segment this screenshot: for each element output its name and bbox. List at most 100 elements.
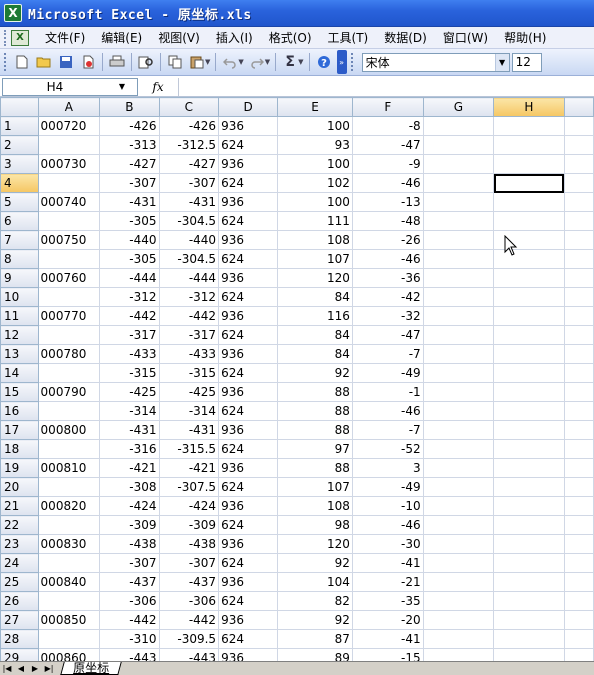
cell-h[interactable] <box>493 211 565 231</box>
cell-c[interactable]: -433 <box>158 344 220 364</box>
menu-window[interactable]: 窗口(W) <box>435 29 496 46</box>
cell-d[interactable]: 624 <box>218 135 279 155</box>
cell-g[interactable] <box>422 230 495 250</box>
cell-f[interactable]: -49 <box>351 477 424 497</box>
prev-sheet-icon[interactable]: ◀ <box>14 663 28 675</box>
row-header[interactable]: 11 <box>0 306 39 326</box>
cell-b[interactable]: -317 <box>99 325 160 345</box>
cell-i[interactable] <box>563 439 594 459</box>
cell-f[interactable]: -10 <box>351 496 424 516</box>
cell-g[interactable] <box>422 610 495 630</box>
cell-c[interactable]: -309.5 <box>158 629 220 649</box>
select-all-corner[interactable] <box>0 97 39 117</box>
cell-g[interactable] <box>422 268 495 288</box>
cell-f[interactable]: 3 <box>351 458 424 478</box>
cell-a[interactable] <box>37 439 101 459</box>
cell-b[interactable]: -308 <box>99 477 160 497</box>
cell-e[interactable]: 100 <box>277 192 353 212</box>
row-header[interactable]: 5 <box>0 192 39 212</box>
cell-f[interactable]: -46 <box>351 249 424 269</box>
cell-h[interactable] <box>493 610 565 630</box>
cell-d[interactable]: 936 <box>218 648 279 661</box>
cell-d[interactable]: 624 <box>218 363 279 383</box>
cell-d[interactable]: 936 <box>218 420 279 440</box>
cell-h[interactable] <box>493 154 565 174</box>
cell-h[interactable] <box>493 420 565 440</box>
row-header[interactable]: 16 <box>0 401 39 421</box>
formula-input[interactable] <box>178 77 594 96</box>
cell-f[interactable]: -36 <box>351 268 424 288</box>
cell-a[interactable]: 000740 <box>37 192 101 212</box>
row-header[interactable]: 10 <box>0 287 39 307</box>
cell-c[interactable]: -315 <box>158 363 220 383</box>
cell-a[interactable]: 000840 <box>37 572 101 592</box>
cell-g[interactable] <box>422 572 495 592</box>
menu-format[interactable]: 格式(O) <box>261 29 320 46</box>
row-header[interactable]: 4 <box>0 173 39 193</box>
cell-i[interactable] <box>563 553 594 573</box>
row-header[interactable]: 24 <box>0 553 39 573</box>
cell-e[interactable]: 107 <box>277 477 353 497</box>
column-header-d[interactable]: D <box>218 97 279 117</box>
cell-c[interactable]: -431 <box>158 420 220 440</box>
cell-b[interactable]: -305 <box>99 249 160 269</box>
cell-h[interactable] <box>493 325 565 345</box>
cell-g[interactable] <box>422 420 495 440</box>
cell-g[interactable] <box>422 477 495 497</box>
cell-a[interactable] <box>37 135 101 155</box>
menu-edit[interactable]: 编辑(E) <box>93 29 150 46</box>
menu-insert[interactable]: 插入(I) <box>208 29 261 46</box>
cell-f[interactable]: -49 <box>351 363 424 383</box>
cell-d[interactable]: 936 <box>218 534 279 554</box>
cell-b[interactable]: -307 <box>99 553 160 573</box>
cell-e[interactable]: 92 <box>277 363 353 383</box>
cell-d[interactable]: 936 <box>218 496 279 516</box>
new-button[interactable] <box>12 52 32 72</box>
cell-b[interactable]: -310 <box>99 629 160 649</box>
cell-a[interactable]: 000810 <box>37 458 101 478</box>
cell-i[interactable] <box>563 477 594 497</box>
cell-b[interactable]: -314 <box>99 401 160 421</box>
first-sheet-icon[interactable]: |◀ <box>0 663 14 675</box>
cell-a[interactable] <box>37 363 101 383</box>
cell-b[interactable]: -427 <box>99 154 160 174</box>
cell-f[interactable]: -46 <box>351 515 424 535</box>
cell-d[interactable]: 936 <box>218 458 279 478</box>
cell-b[interactable]: -306 <box>99 591 160 611</box>
cell-b[interactable]: -421 <box>99 458 160 478</box>
cell-c[interactable]: -425 <box>158 382 220 402</box>
save-button[interactable] <box>56 52 76 72</box>
grip-icon[interactable] <box>4 29 8 46</box>
paste-button[interactable] <box>187 52 207 72</box>
cell-d[interactable]: 624 <box>218 477 279 497</box>
cell-b[interactable]: -309 <box>99 515 160 535</box>
cell-g[interactable] <box>422 553 495 573</box>
worksheet-grid[interactable]: A B C D E F G H 1 000720 -426 -426 936 100 -8 2… <box>0 97 594 661</box>
cell-h[interactable] <box>493 363 565 383</box>
cell-a[interactable]: 000860 <box>37 648 101 661</box>
cell-i[interactable] <box>563 363 594 383</box>
row-header[interactable]: 23 <box>0 534 39 554</box>
cell-c[interactable]: -307 <box>158 173 220 193</box>
font-name-select[interactable]: 宋体 ▼ <box>361 52 510 72</box>
cell-b[interactable]: -444 <box>99 268 160 288</box>
paste-dropdown-arrow-icon[interactable]: ▼ <box>205 58 210 66</box>
cell-g[interactable] <box>422 287 495 307</box>
cell-e[interactable]: 82 <box>277 591 353 611</box>
cell-a[interactable] <box>37 515 101 535</box>
menu-help[interactable]: 帮助(H) <box>496 29 554 46</box>
cell-c[interactable]: -424 <box>158 496 220 516</box>
cell-h[interactable] <box>493 135 565 155</box>
row-header[interactable]: 28 <box>0 629 39 649</box>
cell-a[interactable] <box>37 287 101 307</box>
cell-c[interactable]: -304.5 <box>158 211 220 231</box>
cell-e[interactable]: 84 <box>277 344 353 364</box>
cell-g[interactable] <box>422 116 495 136</box>
cell-f[interactable]: -41 <box>351 629 424 649</box>
row-header[interactable]: 22 <box>0 515 39 535</box>
cell-a[interactable]: 000780 <box>37 344 101 364</box>
cell-b[interactable]: -442 <box>99 610 160 630</box>
cell-e[interactable]: 120 <box>277 268 353 288</box>
row-header[interactable]: 2 <box>0 135 39 155</box>
cell-f[interactable]: -47 <box>351 325 424 345</box>
